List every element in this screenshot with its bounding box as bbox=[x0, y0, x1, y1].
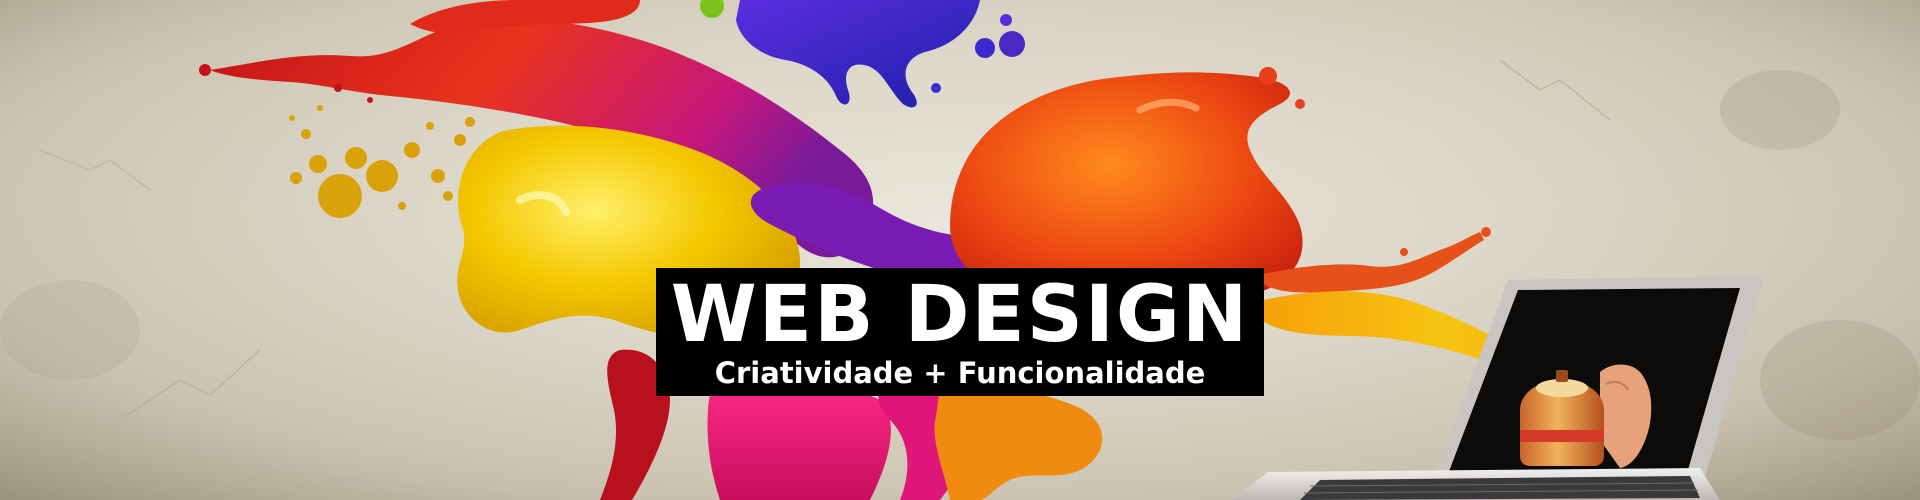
paint-splash-artwork bbox=[199, 0, 1763, 500]
gold-droplets bbox=[289, 105, 475, 218]
orange-drip bbox=[934, 388, 1103, 500]
hero-banner: WEB DESIGN Criatividade + Funcionalidade bbox=[0, 0, 1920, 500]
page-subtitle: Criatividade + Funcionalidade bbox=[714, 356, 1206, 390]
title-box: WEB DESIGN Criatividade + Funcionalidade bbox=[656, 268, 1264, 396]
page-title: WEB DESIGN bbox=[670, 270, 1250, 360]
